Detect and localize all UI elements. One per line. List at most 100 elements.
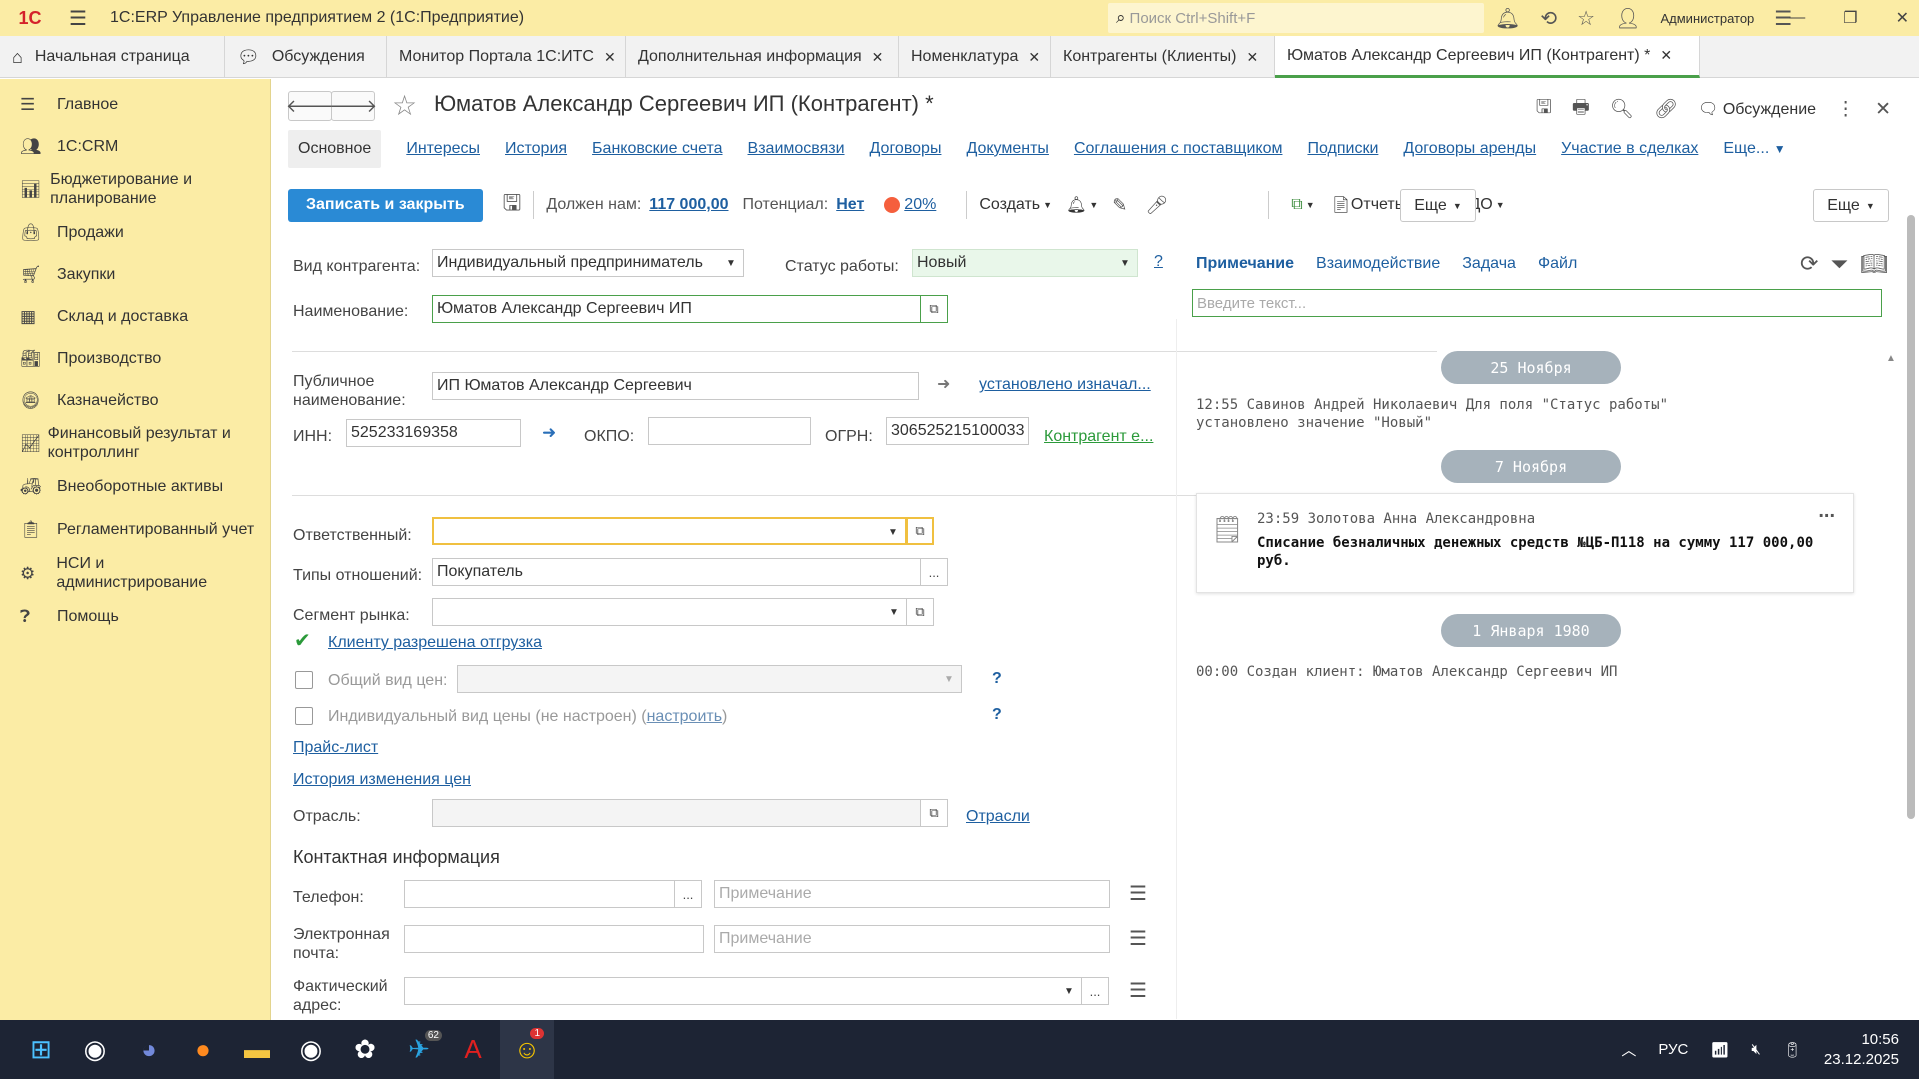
tab-more[interactable]: Еще... ▼ xyxy=(1723,140,1785,158)
individual-price-checkbox[interactable] xyxy=(295,707,313,725)
tab-clients[interactable]: Контрагенты (Клиенты) ✕ xyxy=(1051,36,1275,78)
responsible-select[interactable]: ▼ xyxy=(432,517,907,545)
filter-icon[interactable]: ⏷ xyxy=(1830,251,1848,277)
edit-pen-icon[interactable]: ✎ xyxy=(1112,195,1127,216)
global-search-input[interactable]: ⌕ Поиск Ctrl+Shift+F xyxy=(1108,3,1484,33)
discord-icon[interactable]: ◕ xyxy=(122,1020,176,1079)
note-input[interactable]: Введите текст... xyxy=(1192,289,1882,317)
phone-input[interactable] xyxy=(404,880,675,908)
refresh-icon[interactable]: ⟳ xyxy=(1800,251,1818,277)
print-icon[interactable]: 🖶 xyxy=(1572,93,1590,125)
save-disk-icon[interactable]: 🖫 xyxy=(1536,93,1552,125)
relations-select-button[interactable]: ... xyxy=(920,558,948,586)
phone-note-input[interactable]: Примечание xyxy=(714,880,1110,908)
public-name-input[interactable]: ИП Юматов Александр Сергеевич xyxy=(432,372,919,400)
public-name-link[interactable]: установлено изначал... xyxy=(979,376,1151,394)
sync-arrow-icon[interactable]: ➜ xyxy=(937,375,950,394)
close-form-icon[interactable]: ✕ xyxy=(1875,98,1891,121)
sidebar-item-budget[interactable]: 📊︎ Бюджетирование и планирование xyxy=(0,167,270,211)
more-vertical-icon[interactable]: ⋮ xyxy=(1836,98,1855,121)
tab-contracts[interactable]: Договоры xyxy=(870,140,942,158)
pdf-icon[interactable]: A xyxy=(446,1020,500,1079)
tab-main[interactable]: Основное xyxy=(288,130,382,168)
main-menu-icon[interactable]: ☰ xyxy=(60,0,96,36)
close-tab-icon[interactable]: ✕ xyxy=(1028,49,1040,66)
file-explorer-icon[interactable]: ▬ xyxy=(230,1020,284,1079)
inn-input[interactable]: 525233169358 xyxy=(346,419,521,447)
steam-icon[interactable]: ◉ xyxy=(68,1020,122,1079)
create-dropdown[interactable]: Создать ▼ xyxy=(979,196,1052,214)
tab-interaction[interactable]: Взаимодействие xyxy=(1316,255,1440,273)
sidebar-item-accounting[interactable]: 📋︎ Регламентированный учет xyxy=(0,507,270,551)
common-price-help[interactable]: ? xyxy=(992,670,1002,688)
common-price-checkbox[interactable] xyxy=(295,671,313,689)
tab-relations[interactable]: Взаимосвязи xyxy=(748,140,845,158)
more-button-2[interactable]: Еще ▼ xyxy=(1813,189,1889,222)
contractor-status-link[interactable]: Контрагент е... xyxy=(1044,428,1153,446)
configure-price-link[interactable]: настроить xyxy=(647,708,722,725)
card-menu-icon[interactable]: ... xyxy=(1818,500,1835,523)
open-responsible-button[interactable]: ⧉ xyxy=(906,517,934,545)
owes-value-link[interactable]: 117 000,00 xyxy=(649,196,728,214)
price-history-link[interactable]: История изменения цен xyxy=(293,771,471,789)
microphone-icon[interactable]: 🎤︎ xyxy=(1145,195,1168,216)
sidebar-item-admin[interactable]: ⚙ НСИ и администрирование xyxy=(0,551,270,595)
sidebar-item-finance[interactable]: 📈︎ Финансовый результат и контроллинг xyxy=(0,421,270,465)
1c-logo-icon[interactable]: 1С xyxy=(0,0,60,36)
common-price-select[interactable]: ▼ xyxy=(457,665,962,693)
sidebar-item-production[interactable]: 🏭︎ Производство xyxy=(0,337,270,379)
address-edit-button[interactable]: ... xyxy=(1081,977,1109,1005)
open-name-button[interactable]: ⧉ xyxy=(920,295,948,323)
link-icon[interactable]: 🔗︎ xyxy=(1654,97,1678,121)
email-menu-icon[interactable]: ☰ xyxy=(1129,926,1147,951)
tab-rent-contracts[interactable]: Договоры аренды xyxy=(1403,140,1536,158)
phone-menu-icon[interactable]: ☰ xyxy=(1129,881,1147,906)
tab-note[interactable]: Примечание xyxy=(1196,255,1294,273)
tab-bank-accounts[interactable]: Банковские счета xyxy=(592,140,722,158)
tab-subscriptions[interactable]: Подписки xyxy=(1307,140,1378,158)
address-menu-icon[interactable]: ☰ xyxy=(1129,978,1147,1003)
steam-alt-icon[interactable]: ◉ xyxy=(284,1020,338,1079)
discuss-button[interactable]: 🗨 Обсуждение xyxy=(1698,99,1816,119)
status-select[interactable]: Новый ▼ xyxy=(912,249,1138,277)
tab-home[interactable]: ⌂ Начальная страница xyxy=(0,36,225,78)
favorite-star-icon[interactable]: ☆ xyxy=(392,89,417,122)
close-tab-icon[interactable]: ✕ xyxy=(1660,47,1672,64)
clock[interactable]: 10:56 23.12.2025 xyxy=(1824,1030,1899,1070)
tab-nomenclature[interactable]: Номенклатура ✕ xyxy=(899,36,1051,78)
price-list-link[interactable]: Прайс-лист xyxy=(293,739,378,757)
tab-contractor[interactable]: Юматов Александр Сергеевич ИП (Контраген… xyxy=(1275,36,1700,78)
tab-interests[interactable]: Интересы xyxy=(406,140,480,158)
telegram-icon[interactable]: ✈ 62 xyxy=(392,1020,446,1079)
okpo-input[interactable] xyxy=(648,417,811,445)
forward-button[interactable]: 🡒 xyxy=(329,91,377,121)
ogrn-input[interactable]: 306525215100033 xyxy=(886,417,1029,445)
windows-start-icon[interactable]: ⊞ xyxy=(14,1020,68,1079)
user-name[interactable]: Администратор xyxy=(1660,11,1754,26)
minimize-icon[interactable]: — xyxy=(1789,9,1805,27)
tab-its-monitor[interactable]: Монитор Портала 1С:ИТС ✕ xyxy=(387,36,626,78)
tab-deals[interactable]: Участие в сделках xyxy=(1561,140,1698,158)
save-disk-icon[interactable]: 🖫 xyxy=(503,186,522,224)
relations-input[interactable]: Покупатель xyxy=(432,558,921,586)
email-input[interactable] xyxy=(404,925,704,953)
address-select[interactable]: ▼ xyxy=(404,977,1082,1005)
shipping-allowed-link[interactable]: Клиенту разрешена отгрузка xyxy=(328,634,542,652)
user-icon[interactable]: 👤︎ xyxy=(1615,6,1640,31)
close-tab-icon[interactable]: ✕ xyxy=(872,49,884,66)
back-button[interactable]: 🡐 xyxy=(286,91,334,121)
sidebar-item-help[interactable]: ❓︎ Помощь xyxy=(0,595,270,637)
restore-icon[interactable]: ❐ xyxy=(1843,8,1857,28)
history-icon[interactable]: ⟲ xyxy=(1540,6,1557,31)
sidebar-item-treasury[interactable]: 🪙︎ Казначейство xyxy=(0,379,270,421)
tab-supplier-agreements[interactable]: Соглашения с поставщиком xyxy=(1074,140,1283,158)
tab-documents[interactable]: Документы xyxy=(966,140,1048,158)
help-link[interactable]: ? xyxy=(1154,253,1163,271)
tab-discussions[interactable]: 💬︎ Обсуждения xyxy=(225,36,387,78)
name-input[interactable]: Юматов Александр Сергеевич ИП xyxy=(432,295,921,323)
favorites-star-icon[interactable]: ☆ xyxy=(1577,6,1595,31)
sidebar-item-warehouse[interactable]: ▦ Склад и доставка xyxy=(0,295,270,337)
close-tab-icon[interactable]: ✕ xyxy=(604,49,616,66)
fill-by-inn-icon[interactable]: ➜ xyxy=(542,423,556,442)
more-button-1[interactable]: Еще ▼ xyxy=(1400,189,1476,222)
